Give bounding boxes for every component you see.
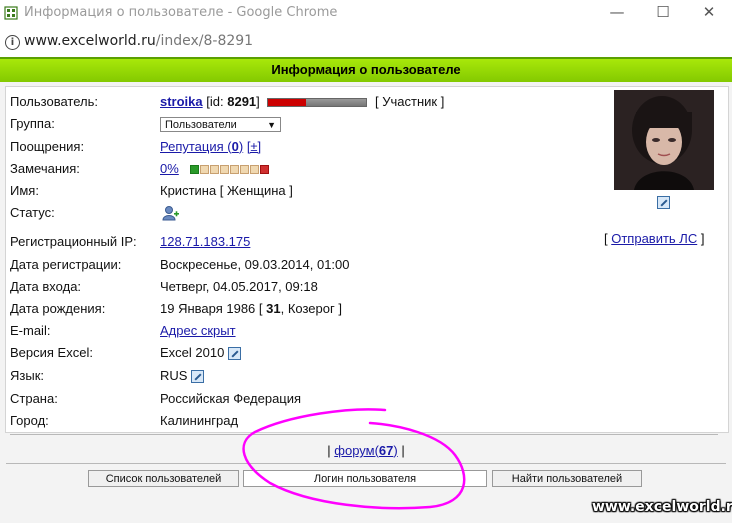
forum-link-label: форум xyxy=(334,443,375,458)
birthday-value: 19 Января 1986 [ 31, Козерог ] xyxy=(160,301,342,316)
close-button[interactable]: ✕ xyxy=(686,0,732,26)
edit-icon[interactable] xyxy=(227,347,241,361)
warning-minus-icon[interactable] xyxy=(190,165,200,175)
email-row: Адрес скрыт xyxy=(160,323,236,338)
avatar-photo xyxy=(614,90,714,190)
send-pm-link[interactable]: Отправить ЛС xyxy=(611,231,697,246)
forum-row: | форум(67) | xyxy=(0,443,732,458)
page-header: Информация о пользователе xyxy=(0,57,732,84)
info-icon[interactable]: i xyxy=(5,35,20,50)
rewards-label: Поощрения: xyxy=(10,139,85,154)
warning-cell xyxy=(230,165,240,175)
minimize-button[interactable]: — xyxy=(594,0,640,26)
group-select[interactable]: Пользователи ▼ xyxy=(160,117,281,132)
user-label: Пользователь: xyxy=(10,94,98,109)
url-domain: www.excelworld.ru xyxy=(24,33,156,49)
add-friend-icon[interactable] xyxy=(162,205,180,221)
user-id-suffix: ] xyxy=(256,94,260,109)
maximize-button[interactable]: ☐ xyxy=(640,0,686,26)
forum-count: 67 xyxy=(378,443,394,458)
reg-ip-label: Регистрационный IP: xyxy=(10,234,137,249)
email-link[interactable]: Адрес скрыт xyxy=(160,323,236,338)
page-title: Информация о пользователе xyxy=(271,62,461,77)
rewards-row: Репутация (0) [±] xyxy=(160,139,261,154)
forum-sep-right: | xyxy=(401,443,405,458)
user-id-prefix: [id: xyxy=(206,94,228,109)
reg-date-value: Воскресенье, 09.03.2014, 01:00 xyxy=(160,257,350,272)
window-titlebar: Информация о пользователе - Google Chrom… xyxy=(0,0,732,27)
forum-sep-left: | xyxy=(327,443,331,458)
reputation-change-link[interactable]: [±] xyxy=(247,139,261,154)
users-list-button[interactable]: Список пользователей xyxy=(88,470,239,487)
warning-cell xyxy=(220,165,230,175)
warning-cell xyxy=(210,165,220,175)
group-label: Группа: xyxy=(10,116,55,131)
warnings-row: 0% xyxy=(160,161,270,176)
birthday-label: Дата рождения: xyxy=(10,301,106,316)
edit-icon[interactable] xyxy=(191,370,205,384)
login-date-value: Четверг, 04.05.2017, 09:18 xyxy=(160,279,318,294)
user-role: [ Участник ] xyxy=(375,94,445,109)
reputation-link[interactable]: Репутация (0) xyxy=(160,139,243,154)
warning-cell xyxy=(250,165,260,175)
language-row: RUS xyxy=(160,368,205,384)
reg-ip-link[interactable]: 128.71.183.175 xyxy=(160,234,250,249)
reputation-prefix: Репутация ( xyxy=(160,139,232,154)
warning-cell xyxy=(240,165,250,175)
window-title: Информация о пользователе - Google Chrom… xyxy=(24,5,338,20)
warnings-label: Замечания: xyxy=(10,161,80,176)
url-field[interactable]: www.excelworld.ru/index/8-8291 xyxy=(24,33,253,49)
url-path: /index/8-8291 xyxy=(155,33,254,49)
birthday-age: 31 xyxy=(266,301,281,316)
warning-plus-icon[interactable] xyxy=(260,165,270,175)
login-input[interactable]: Логин пользователя xyxy=(243,470,487,487)
birthday-sign: , Козерог ] xyxy=(280,301,342,316)
language-label: Язык: xyxy=(10,368,44,383)
watermark: www.excelworld.ru xyxy=(592,499,732,515)
excel-row: Excel 2010 xyxy=(160,345,241,361)
status-label: Статус: xyxy=(10,205,55,220)
group-select-value: Пользователи xyxy=(165,119,237,131)
warnings-bar xyxy=(190,165,270,175)
city-label: Город: xyxy=(10,413,49,428)
country-value: Российская Федерация xyxy=(160,391,302,406)
user-row: stroika [id: 8291] [ Участник ] xyxy=(160,94,444,109)
name-label: Имя: xyxy=(10,183,39,198)
username-link[interactable]: stroika xyxy=(160,94,203,109)
email-label: E-mail: xyxy=(10,323,51,338)
excel-label: Версия Excel: xyxy=(10,345,93,360)
divider xyxy=(10,434,718,435)
reputation-suffix: ) xyxy=(238,139,244,154)
language-value: RUS xyxy=(160,368,188,383)
send-pm-close: ] xyxy=(697,231,705,246)
rank-bar xyxy=(267,98,368,108)
divider xyxy=(6,463,726,464)
send-pm: [ Отправить ЛС ] xyxy=(604,231,704,246)
login-date-label: Дата входа: xyxy=(10,279,82,294)
rank-fill xyxy=(268,99,306,107)
find-users-button[interactable]: Найти пользователей xyxy=(492,470,642,487)
user-id: 8291 xyxy=(227,94,257,109)
edit-avatar-icon[interactable] xyxy=(657,196,670,209)
app-icon xyxy=(4,6,18,20)
warnings-link[interactable]: 0% xyxy=(160,161,179,176)
reg-date-label: Дата регистрации: xyxy=(10,257,122,272)
forum-close: ) xyxy=(393,443,398,458)
country-label: Страна: xyxy=(10,391,58,406)
name-value: Кристина [ Женщина ] xyxy=(160,183,293,198)
chevron-down-icon: ▼ xyxy=(267,120,276,130)
city-value: Калининград xyxy=(160,413,239,428)
reputation-count: 0 xyxy=(231,139,239,154)
warning-cell xyxy=(200,165,210,175)
avatar xyxy=(614,90,714,190)
birthday-date: 19 Января 1986 [ xyxy=(160,301,267,316)
forum-link[interactable]: форум(67) xyxy=(334,443,397,458)
excel-value: Excel 2010 xyxy=(160,345,225,360)
reg-ip-value[interactable]: 128.71.183.175 xyxy=(160,234,250,249)
